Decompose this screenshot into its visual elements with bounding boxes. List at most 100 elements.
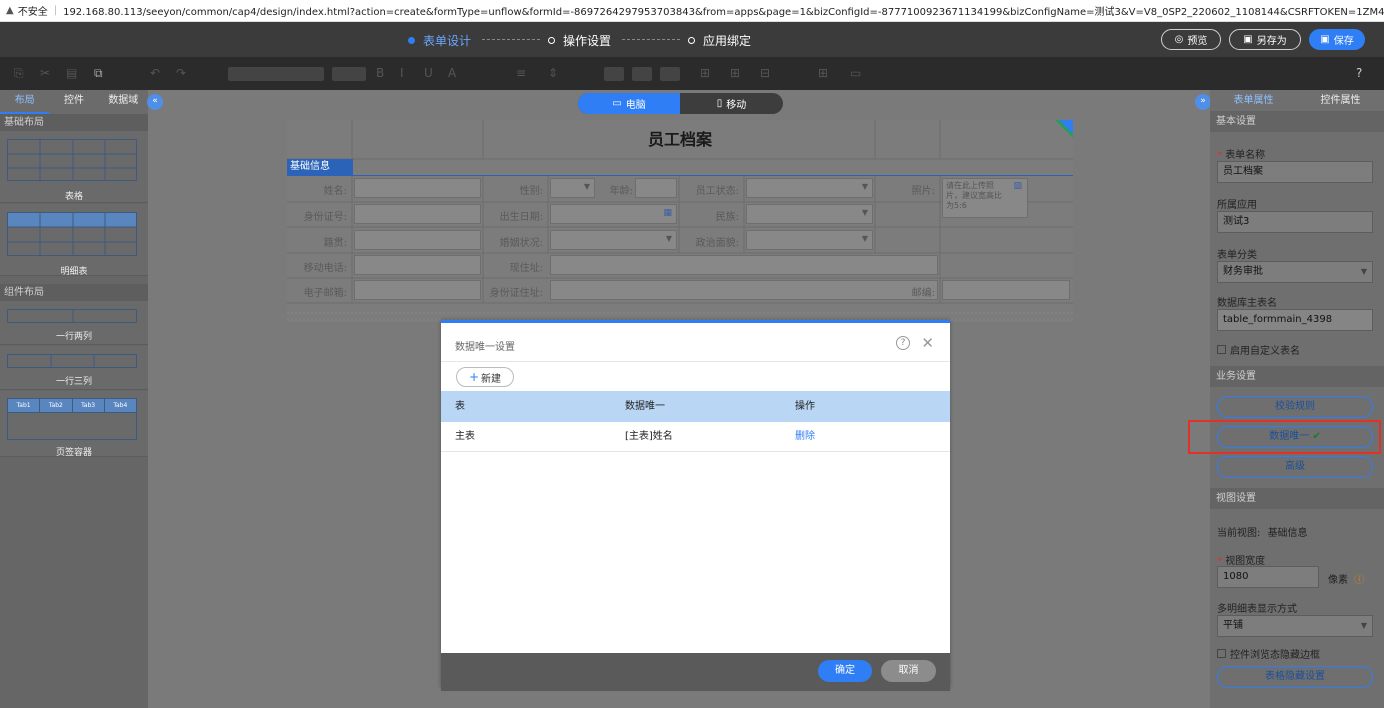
checkbox-icon — [1217, 649, 1226, 658]
insert-col-icon[interactable]: ⊞ — [730, 66, 740, 80]
input-email[interactable] — [354, 280, 481, 300]
insert-row-icon[interactable]: ⊞ — [700, 66, 710, 80]
font-size-select[interactable] — [332, 67, 366, 81]
format-brush-icon[interactable]: ⧉ — [94, 66, 103, 81]
merge-cells-icon[interactable] — [604, 67, 624, 81]
tab-data-domain[interactable]: 数据域 — [99, 90, 148, 114]
delete-link[interactable]: 删除 — [795, 422, 815, 452]
layout-item-caption: 一行三列 — [55, 377, 92, 387]
input-age[interactable] — [635, 178, 677, 198]
two-columns-icon — [7, 309, 137, 323]
layout-item-detail-table[interactable]: 明细表 — [0, 204, 148, 277]
save-button[interactable]: ▣ 保存 — [1309, 29, 1365, 50]
help-icon[interactable]: ? — [1356, 66, 1362, 80]
step-operation-settings[interactable]: 操作设置 — [548, 32, 611, 49]
table-icon[interactable]: ⊞ — [818, 66, 828, 80]
layout-item-three-columns[interactable]: 一行三列 — [0, 346, 148, 390]
device-pc-button[interactable]: ▭ 电脑 — [578, 93, 680, 114]
form-name-label: * 表单名称 — [1217, 150, 1266, 161]
italic-icon[interactable]: I — [400, 66, 404, 80]
multi-detail-select[interactable]: 平铺 ▼ — [1217, 615, 1373, 637]
device-pc-label: 电脑 — [625, 100, 646, 111]
current-view-value: 基础信息 — [1267, 528, 1308, 539]
select-political[interactable]: ▼ — [746, 230, 873, 250]
split-cells-icon[interactable] — [632, 67, 652, 81]
new-button[interactable]: + 新建 — [456, 367, 514, 387]
step-label: 表单设计 — [423, 34, 472, 48]
layout-item-caption: 一行两列 — [55, 332, 92, 342]
input-postcode[interactable] — [942, 280, 1070, 300]
font-color-icon[interactable]: A — [448, 66, 456, 80]
input-name[interactable] — [354, 178, 481, 198]
warning-icon: ▲ — [6, 5, 14, 16]
current-view-label: 当前视图: — [1217, 528, 1261, 539]
step-app-binding[interactable]: 应用绑定 — [688, 32, 751, 49]
border-icon[interactable] — [660, 67, 680, 81]
browser-address-bar[interactable]: ▲ 不安全 | 192.168.80.113/seeyon/common/cap… — [0, 0, 1384, 22]
view-width-input[interactable]: 1080 — [1217, 566, 1319, 588]
copy-icon[interactable]: ⎘ — [14, 66, 24, 81]
detail-table-icon — [7, 212, 137, 256]
current-view: 当前视图: 基础信息 — [1217, 524, 1308, 539]
tab-label: Tab2 — [40, 399, 73, 412]
redo-icon[interactable]: ↷ — [176, 66, 186, 80]
validation-rules-button[interactable]: 校验规则 — [1217, 396, 1373, 418]
tab-layout[interactable]: 布局 — [0, 90, 50, 114]
valign-icon[interactable]: ⇕ — [548, 66, 558, 80]
select-status[interactable]: ▼ — [746, 178, 873, 198]
photo-upload[interactable]: 请在此上传照片，建议宽高比为5:6 ▨ — [942, 178, 1028, 218]
cancel-button[interactable]: 取消 — [881, 660, 936, 682]
input-id-number[interactable] — [354, 204, 481, 224]
layout-icon[interactable]: ▭ — [850, 66, 861, 80]
bold-icon[interactable]: B — [376, 66, 384, 80]
select-marital[interactable]: ▼ — [550, 230, 677, 250]
delete-icon[interactable]: ⊟ — [760, 66, 770, 80]
left-panel-tabs: 布局 控件 数据域 — [0, 90, 148, 114]
date-birth[interactable]: ▦ — [550, 204, 677, 224]
undo-icon[interactable]: ↶ — [150, 66, 160, 80]
tab-controls[interactable]: 控件 — [49, 90, 98, 114]
advanced-button[interactable]: 高级 — [1217, 456, 1373, 478]
input-native[interactable] — [354, 230, 481, 250]
cut-icon[interactable]: ✂ — [40, 66, 50, 80]
help-icon[interactable]: ? — [896, 336, 910, 350]
ok-button[interactable]: 确定 — [818, 660, 872, 682]
step-form-design[interactable]: 表单设计 — [408, 32, 471, 49]
save-as-button[interactable]: ▣ 另存为 — [1229, 29, 1301, 50]
close-icon[interactable]: ✕ — [921, 334, 934, 352]
left-component-panel: 布局 控件 数据域 基础布局 表格 明细表 组件布局 一行两列 一行三列 Tab… — [0, 90, 148, 708]
new-button-label: 新建 — [481, 373, 502, 385]
label-age: 年龄: — [609, 186, 633, 197]
step-label: 应用绑定 — [703, 34, 752, 48]
input-address[interactable] — [550, 255, 938, 275]
table-hide-settings-button[interactable]: 表格隐藏设置 — [1217, 666, 1373, 688]
layout-item-tab-container[interactable]: Tab1 Tab2 Tab3 Tab4 页签容器 — [0, 391, 148, 458]
align-icon[interactable]: ≡ — [516, 66, 526, 80]
calendar-icon: ▦ — [663, 208, 672, 218]
paste-icon[interactable]: ▤ — [66, 66, 77, 80]
input-mobile[interactable] — [354, 255, 481, 275]
underline-icon[interactable]: U — [424, 66, 433, 80]
category-select[interactable]: 财务审批 ▼ — [1217, 261, 1373, 283]
select-gender[interactable]: ▼ — [550, 178, 595, 198]
unit-label: 像素 — [1328, 575, 1348, 586]
section-tag-basic-info[interactable]: 基础信息 — [287, 159, 353, 175]
hide-border-checkbox[interactable]: 控件浏览态隐藏边框 — [1217, 646, 1320, 661]
select-ethnic[interactable]: ▼ — [746, 204, 873, 224]
dropdown-arrow-icon: ▼ — [861, 234, 868, 243]
font-family-select[interactable] — [228, 67, 324, 81]
form-name-input[interactable]: 员工档案 — [1217, 161, 1373, 183]
app-input[interactable]: 测试3 — [1217, 211, 1373, 233]
layout-item-table[interactable]: 表格 — [0, 131, 148, 203]
save-icon: ▣ — [1320, 34, 1330, 45]
collapse-left-icon[interactable]: « — [147, 94, 163, 110]
device-mobile-button[interactable]: ▯ 移动 — [680, 93, 783, 114]
layout-item-two-columns[interactable]: 一行两列 — [0, 301, 148, 345]
preview-button[interactable]: ◎ 预览 — [1161, 29, 1221, 50]
url-text[interactable]: 192.168.80.113/seeyon/common/cap4/design… — [63, 3, 1384, 18]
custom-table-name-checkbox[interactable]: 启用自定义表名 — [1217, 342, 1300, 357]
collapse-right-icon[interactable]: » — [1195, 94, 1211, 110]
info-icon: ⓘ — [1354, 575, 1365, 586]
column-header-table: 表 — [455, 401, 465, 412]
tab-label: Tab3 — [73, 399, 105, 412]
